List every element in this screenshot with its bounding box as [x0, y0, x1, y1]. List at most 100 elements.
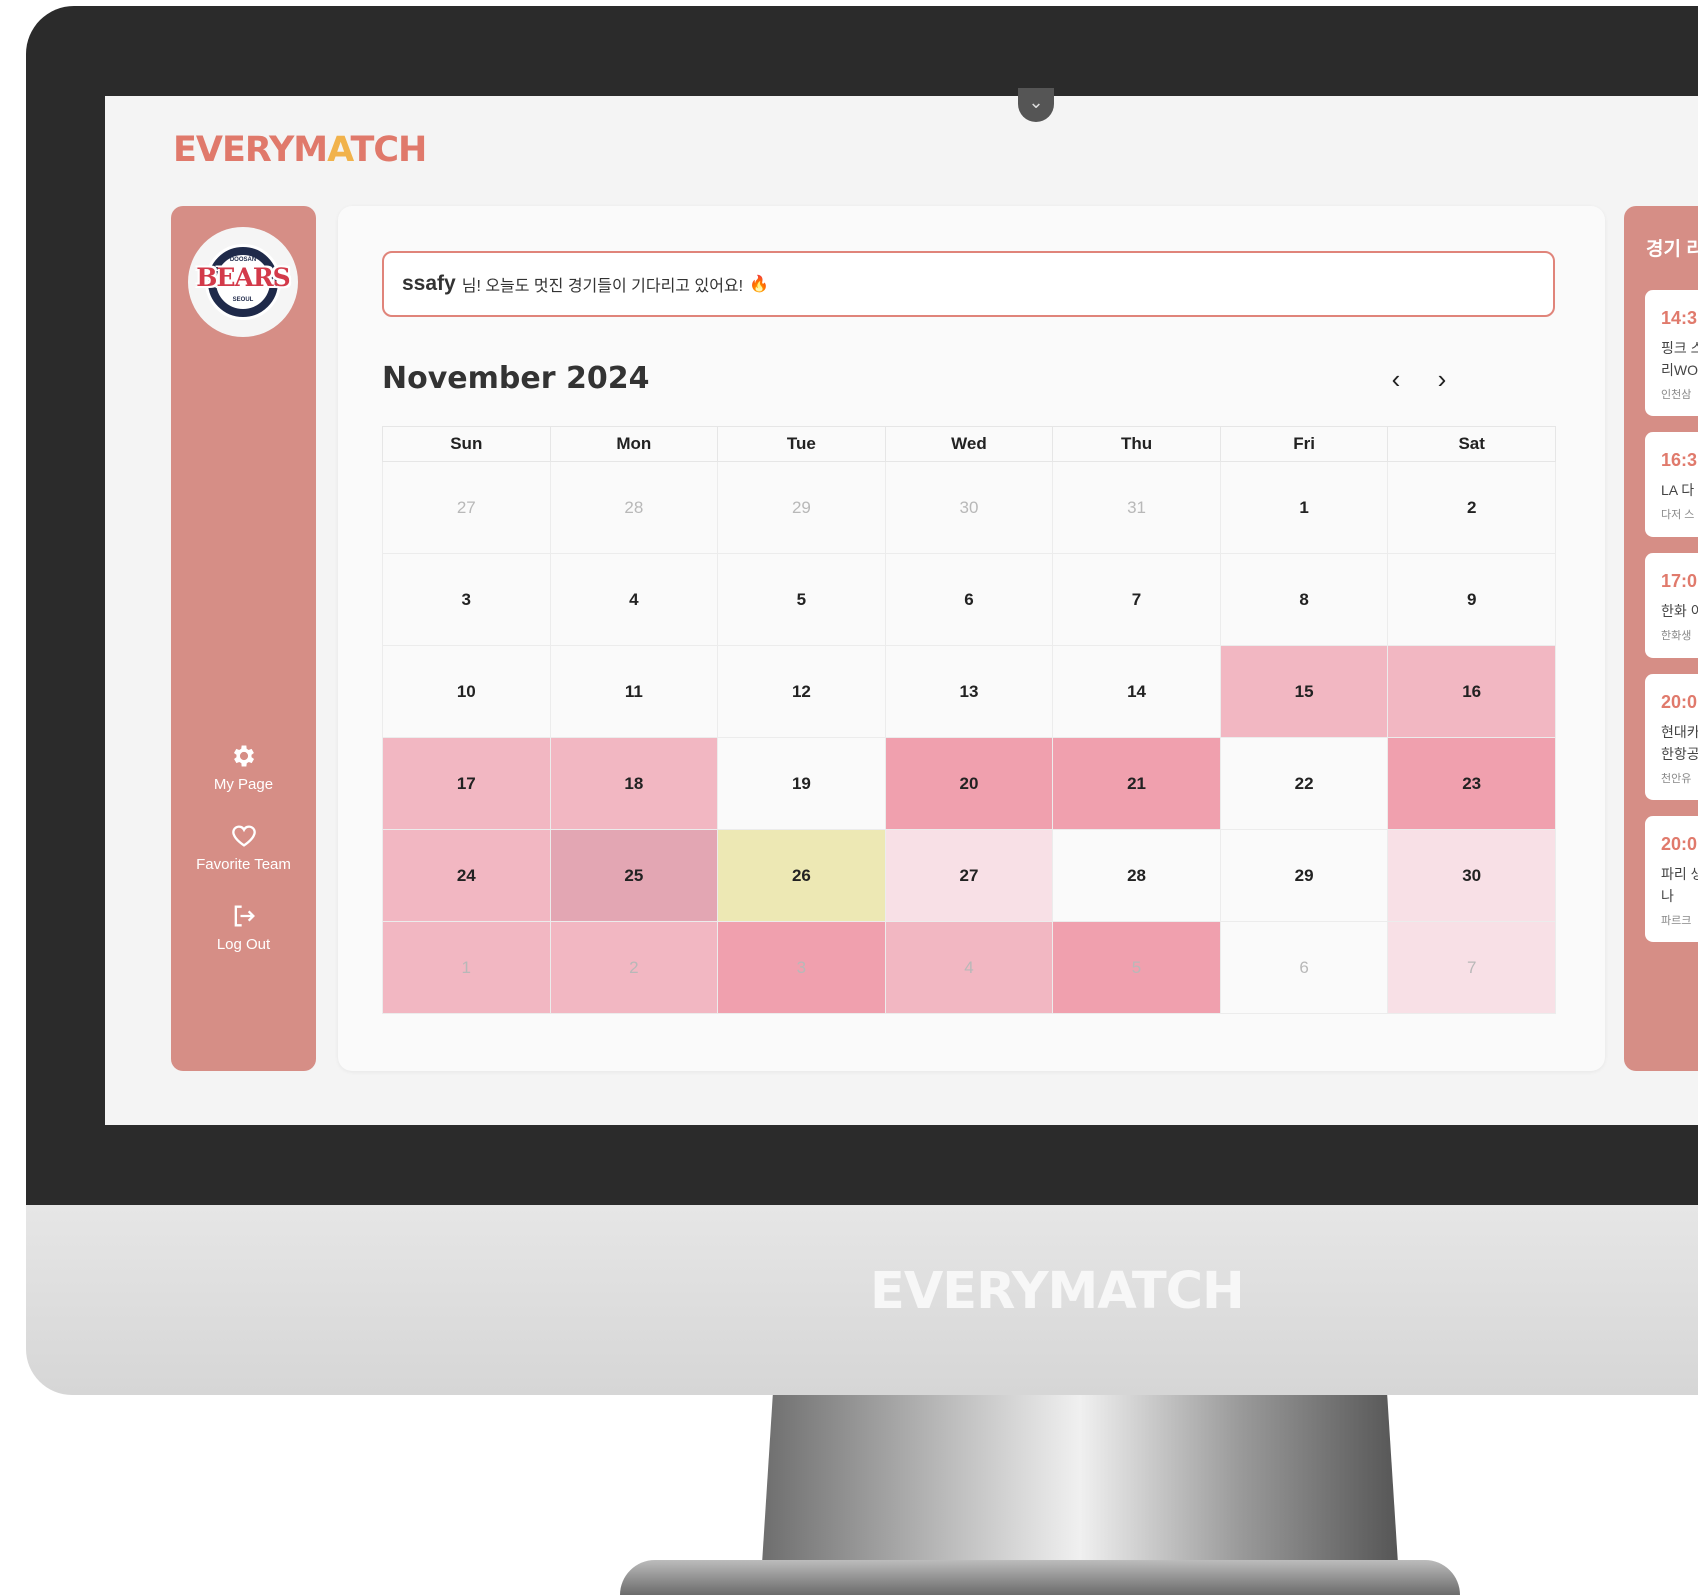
sidebar: DOOSAN BEARS SEOUL My Page Favorite Team… — [171, 206, 316, 1071]
match-teams: 나 — [1661, 888, 1674, 904]
match-teams: 핑크 스 — [1661, 340, 1698, 356]
calendar-day-cell[interactable]: 30 — [884, 461, 1054, 554]
calendar-day-cell[interactable]: 15 — [1219, 645, 1389, 738]
calendar-day-cell[interactable]: 31 — [1052, 461, 1221, 554]
match-list-title: 경기 리 — [1646, 239, 1698, 260]
logo-text: EVERYM — [173, 130, 328, 170]
monitor-brand-logo: EVERYMATCH — [870, 1262, 1245, 1321]
calendar-day-cell[interactable]: 1 — [1219, 461, 1389, 554]
calendar-day-cell[interactable]: 14 — [1052, 645, 1221, 738]
calendar-day-cell[interactable]: 4 — [884, 921, 1054, 1014]
calendar-body: 27 28 29 30 31 1 2 3 4 5 6 7 8 9 10 11 12 13 14 15 16 17 18 19 2… — [382, 461, 1556, 1014]
calendar-day-cell[interactable]: 3 — [717, 921, 886, 1014]
match-venue: 한화생 — [1661, 630, 1692, 642]
match-venue: 다저 스 — [1661, 509, 1695, 521]
match-teams: 한항공 — [1661, 746, 1698, 762]
calendar-day-cell[interactable]: 18 — [549, 737, 719, 830]
team-logo-bottom: SEOUL — [232, 297, 254, 303]
weekday-header-row: Sun Mon Tue Wed Thu Fri Sat — [382, 426, 1556, 462]
match-card[interactable]: 16:3 LA 다다저 스 — [1645, 432, 1698, 537]
calendar-day-cell[interactable]: 5 — [717, 553, 886, 646]
match-time: 20:0 — [1661, 834, 1698, 854]
match-venue: 천안유 — [1661, 773, 1692, 785]
calendar-day-cell[interactable]: 6 — [884, 553, 1054, 646]
calendar-day-cell[interactable]: 17 — [382, 737, 551, 830]
calendar-day-cell[interactable]: 16 — [1387, 645, 1556, 738]
sidebar-item-label: Log Out — [216, 936, 271, 953]
weekday-header: Mon — [549, 426, 719, 462]
match-list-panel: 경기 리 14:3 핑크 스리WO 인천삼 16:3 LA 다다저 스 17:0 한화 이한… — [1624, 206, 1698, 1071]
calendar-day-cell[interactable]: 28 — [1052, 829, 1221, 922]
calendar-week-row: 27 28 29 30 31 1 2 — [382, 461, 1556, 554]
calendar-day-cell[interactable]: 29 — [717, 461, 886, 554]
match-card[interactable]: 17:0 한화 이 한화생 — [1645, 553, 1698, 658]
sidebar-item-my-page[interactable]: My Page — [171, 742, 316, 793]
calendar-day-cell[interactable]: 26 — [717, 829, 886, 922]
calendar-day-cell[interactable]: 21 — [1052, 737, 1221, 830]
calendar-day-cell[interactable]: 1 — [382, 921, 551, 1014]
monitor-stand-base — [620, 1560, 1460, 1595]
calendar-week-row: 3456789 — [382, 553, 1556, 646]
calendar-day-cell[interactable]: 27 — [382, 461, 551, 554]
weekday-header: Thu — [1052, 426, 1221, 462]
sidebar-item-log-out[interactable]: Log Out — [171, 902, 316, 953]
logo-text-end: TCH — [350, 130, 428, 170]
calendar-day-cell[interactable]: 13 — [884, 645, 1054, 738]
calendar-day-cell[interactable]: 28 — [549, 461, 719, 554]
calendar-day-cell[interactable]: 27 — [884, 829, 1054, 922]
match-teams: 리WO — [1661, 362, 1698, 378]
calendar-day-cell[interactable]: 23 — [1387, 737, 1556, 830]
calendar-day-cell[interactable]: 19 — [717, 737, 886, 830]
calendar-day-cell[interactable]: 2 — [549, 921, 719, 1014]
calendar-day-cell[interactable]: 3 — [382, 553, 551, 646]
calendar-day-cell[interactable]: 7 — [1387, 921, 1556, 1014]
weekday-header: Wed — [884, 426, 1054, 462]
fire-icon: 🔥 — [749, 276, 769, 293]
calendar-day-cell[interactable]: 30 — [1387, 829, 1556, 922]
next-month-button[interactable]: › — [1424, 361, 1460, 397]
calendar-day-cell[interactable]: 10 — [382, 645, 551, 738]
weekday-header: Tue — [717, 426, 886, 462]
calendar-day-cell[interactable]: 22 — [1219, 737, 1389, 830]
calendar-day-cell[interactable]: 6 — [1219, 921, 1389, 1014]
team-avatar[interactable]: DOOSAN BEARS SEOUL — [188, 227, 298, 337]
calendar-day-cell[interactable]: 12 — [717, 645, 886, 738]
match-time: 14:3 — [1661, 308, 1698, 328]
calendar-day-cell[interactable]: 9 — [1387, 553, 1556, 646]
app-logo[interactable]: EVERYMATCH — [173, 130, 428, 170]
match-card[interactable]: 20:0 현대카 한항공 천안유 — [1645, 674, 1698, 800]
calendar-grid: Sun Mon Tue Wed Thu Fri Sat 27 28 29 30 31 1 2… — [382, 426, 1556, 1014]
match-card[interactable]: 14:3 핑크 스리WO 인천삼 — [1645, 290, 1698, 416]
match-time: 16:3 — [1661, 450, 1698, 470]
calendar-day-cell[interactable]: 2 — [1387, 461, 1556, 554]
greeting-banner: ssafy 님! 오늘도 멋진 경기들이 기다리고 있어요! 🔥 — [382, 251, 1555, 317]
match-teams: LA 다 — [1661, 482, 1695, 498]
greeting-message: 님! 오늘도 멋진 경기들이 기다리고 있어요! — [461, 278, 744, 295]
calendar-day-cell[interactable]: 11 — [549, 645, 719, 738]
calendar-week-row: 1234567 — [382, 921, 1556, 1014]
monitor-chin — [26, 1205, 1698, 1395]
sidebar-item-label: Favorite Team — [196, 856, 291, 873]
greeting-username: ssafy — [402, 272, 456, 295]
calendar-day-cell[interactable]: 7 — [1052, 553, 1221, 646]
sidebar-item-favorite-team[interactable]: Favorite Team — [171, 822, 316, 873]
month-title: November 2024 — [382, 361, 650, 396]
calendar-day-cell[interactable]: 25 — [549, 829, 719, 922]
calendar-day-cell[interactable]: 20 — [884, 737, 1054, 830]
match-venue: 인천삼 — [1661, 389, 1692, 401]
match-time: 17:0 — [1661, 571, 1698, 591]
prev-month-button[interactable]: ‹ — [1378, 361, 1414, 397]
calendar-day-cell[interactable]: 29 — [1219, 829, 1389, 922]
match-card[interactable]: 20:0 파리 생 나 파르크 — [1645, 816, 1698, 942]
calendar-day-cell[interactable]: 8 — [1219, 553, 1389, 646]
team-logo-name: BEARS — [196, 263, 290, 292]
calendar-day-cell[interactable]: 4 — [549, 553, 719, 646]
calendar-day-cell[interactable]: 5 — [1052, 921, 1221, 1014]
app-screen: EVERYMATCH DOOSAN BEARS SEOUL My Page Fa… — [105, 96, 1698, 1125]
calendar-day-cell[interactable]: 24 — [382, 829, 551, 922]
logout-icon — [171, 902, 316, 936]
weekday-header: Fri — [1219, 426, 1389, 462]
weekday-header: Sun — [382, 426, 551, 462]
match-teams: 파리 생 — [1661, 866, 1698, 882]
gear-icon — [171, 742, 316, 776]
